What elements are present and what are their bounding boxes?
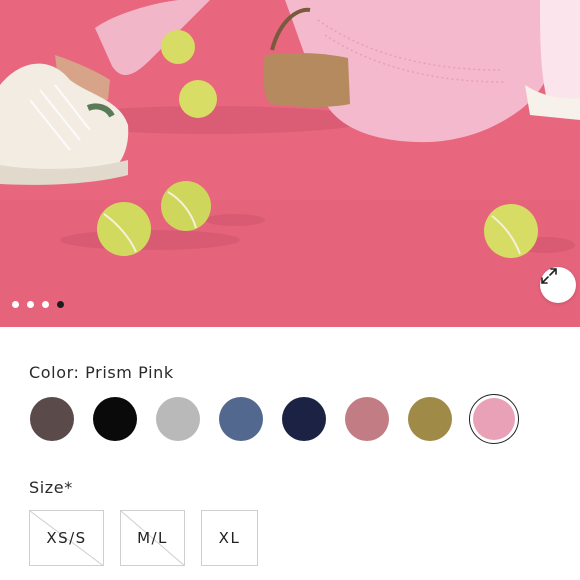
color-label: Color: Prism Pink xyxy=(29,363,174,382)
expand-icon xyxy=(541,268,557,284)
color-swatch-black[interactable] xyxy=(93,397,137,441)
color-swatch-dark-brown[interactable] xyxy=(30,397,74,441)
size-label: Size* xyxy=(29,478,73,497)
size-option-label: XS/S xyxy=(46,529,87,547)
carousel-dot[interactable] xyxy=(27,301,34,308)
carousel-indicator xyxy=(12,301,64,308)
selected-swatch-fill xyxy=(473,398,515,440)
color-swatch-dusty-rose[interactable] xyxy=(345,397,389,441)
size-option-m-l[interactable]: M/L xyxy=(120,510,185,566)
color-swatch-navy[interactable] xyxy=(282,397,326,441)
color-swatch-olive[interactable] xyxy=(408,397,452,441)
product-photo xyxy=(0,0,580,327)
color-swatch-prism-pink-selected[interactable] xyxy=(469,394,519,444)
size-option-label: XL xyxy=(218,529,241,547)
expand-image-button[interactable] xyxy=(540,267,576,303)
size-option-label: M/L xyxy=(137,529,168,547)
carousel-dot-active[interactable] xyxy=(57,301,64,308)
color-swatch-heather-grey[interactable] xyxy=(156,397,200,441)
color-swatch-slate-blue[interactable] xyxy=(219,397,263,441)
carousel-dot[interactable] xyxy=(12,301,19,308)
size-option-xl[interactable]: XL xyxy=(201,510,258,566)
product-image-gallery[interactable] xyxy=(0,0,580,327)
size-option-xs-s[interactable]: XS/S xyxy=(29,510,104,566)
carousel-dot[interactable] xyxy=(42,301,49,308)
